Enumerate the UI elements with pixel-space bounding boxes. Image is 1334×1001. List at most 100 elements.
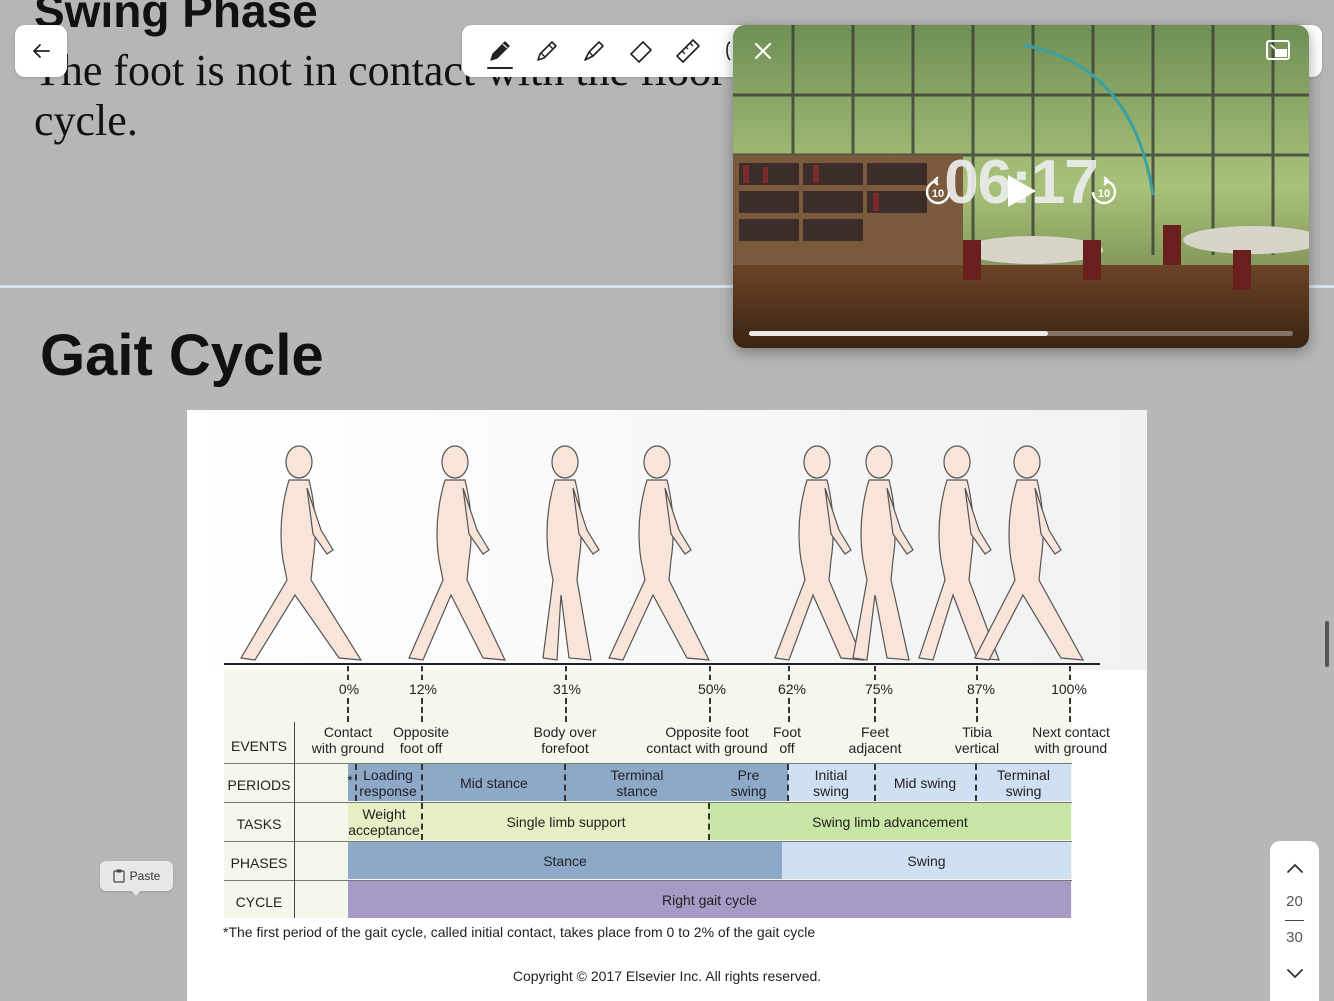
- period-divider: [355, 764, 357, 801]
- tick-mark: [709, 698, 711, 722]
- pct-label: 31%: [552, 681, 582, 697]
- back-button[interactable]: [15, 25, 67, 77]
- picture-in-picture-video[interactable]: 06:17 10 10: [733, 25, 1309, 348]
- play-button[interactable]: [1004, 173, 1038, 214]
- skip-forward-seconds: 10: [1098, 188, 1110, 200]
- period-mid-swing: Mid swing: [893, 775, 957, 791]
- pen-icon: [490, 41, 510, 61]
- tick-mark: [565, 666, 567, 680]
- ruler-tool[interactable]: [672, 35, 704, 67]
- period-pre-swing: Pre swing: [730, 767, 767, 799]
- tick-mark: [421, 698, 423, 722]
- pct-label: 62%: [777, 681, 807, 697]
- event-label: Feet adjacent: [848, 724, 902, 756]
- row-label-tasks: TASKS: [236, 816, 282, 832]
- tick-mark: [788, 666, 790, 680]
- current-page-number: 20: [1286, 893, 1303, 910]
- tick-mark: [709, 666, 711, 680]
- highlighter-tool[interactable]: [578, 35, 610, 67]
- slide-title-swing-phase: Swing Phase: [34, 0, 318, 37]
- phase-swing: Swing: [782, 842, 1071, 879]
- tick-mark: [788, 698, 790, 722]
- previous-page-button[interactable]: [1282, 855, 1307, 880]
- eraser-tool[interactable]: [625, 35, 657, 67]
- skip-forward-button[interactable]: 10: [1087, 175, 1121, 214]
- play-icon: [1008, 175, 1036, 207]
- pct-label: 12%: [408, 681, 438, 697]
- pen-tool[interactable]: [484, 35, 516, 67]
- tick-mark: [421, 666, 423, 680]
- period-loading-response: Loading response: [359, 767, 417, 799]
- event-label: Next contact with ground: [1032, 724, 1110, 756]
- task-swing-limb-advancement: Swing limb advancement: [812, 813, 968, 830]
- close-icon: [754, 42, 772, 60]
- total-pages: 30: [1286, 929, 1303, 946]
- paste-tooltip-tail: [130, 889, 142, 896]
- tick-mark: [874, 666, 876, 680]
- skip-back-button[interactable]: 10: [921, 175, 955, 214]
- task-single-limb-support: Single limb support: [506, 813, 626, 830]
- period-asterisk: *: [347, 772, 353, 788]
- walking-figures-illustration: [187, 410, 1147, 670]
- cycle-right-gait: Right gait cycle: [348, 881, 1071, 918]
- period-divider: [975, 764, 977, 801]
- clipboard-icon: [113, 869, 125, 883]
- page-navigator: 20 30: [1270, 841, 1319, 1001]
- pip-expand-button[interactable]: [1265, 39, 1291, 63]
- period-divider: [787, 764, 789, 801]
- event-label: Tibia vertical: [954, 724, 1000, 756]
- pip-close-button[interactable]: [749, 37, 777, 65]
- task-weight-acceptance: Weight acceptance: [348, 805, 420, 838]
- eraser-icon: [630, 41, 652, 63]
- row-label-phases: PHASES: [230, 855, 288, 871]
- pencil-tool[interactable]: [531, 35, 563, 67]
- pct-label: 0%: [338, 681, 360, 697]
- picture-in-picture-icon: [1266, 40, 1290, 60]
- period-initial-swing: Initial swing: [813, 767, 849, 799]
- chevron-up-icon: [1286, 863, 1303, 873]
- highlighter-icon: [584, 41, 604, 61]
- period-terminal-stance: Terminal stance: [610, 767, 664, 799]
- event-label: Foot off: [772, 724, 802, 756]
- event-label: Opposite foot off: [392, 724, 450, 756]
- video-progress-bar[interactable]: [749, 331, 1293, 336]
- skip-back-10-icon: 10: [925, 176, 951, 205]
- ruler-icon: [676, 39, 700, 63]
- row-label-periods: PERIODS: [227, 777, 291, 793]
- pencil-icon: [537, 41, 557, 61]
- slide-title-gait-cycle: Gait Cycle: [40, 323, 324, 388]
- event-label: Contact with ground: [311, 724, 385, 756]
- tick-mark: [347, 666, 349, 680]
- copyright-notice: Copyright © 2017 Elsevier Inc. All right…: [512, 968, 822, 984]
- slide-body-line-2: cycle.: [34, 96, 138, 145]
- next-page-button[interactable]: [1282, 961, 1307, 986]
- tick-mark: [976, 698, 978, 722]
- arrow-left-icon: [33, 44, 50, 58]
- row-label-cycle: CYCLE: [235, 894, 283, 910]
- skip-back-seconds: 10: [932, 188, 944, 200]
- tick-mark: [1069, 698, 1071, 722]
- tick-mark: [1069, 666, 1071, 680]
- pct-label: 50%: [697, 681, 727, 697]
- task-divider: [421, 803, 423, 840]
- skip-forward-10-icon: 10: [1091, 176, 1117, 205]
- task-divider: [708, 803, 710, 840]
- period-divider: [564, 764, 566, 801]
- paste-button[interactable]: Paste: [100, 861, 173, 891]
- event-label: Body over forefoot: [533, 724, 597, 756]
- pct-label: 100%: [1051, 681, 1087, 697]
- tick-mark: [874, 698, 876, 722]
- period-terminal-swing: Terminal swing: [997, 767, 1050, 799]
- page-number-separator: [1285, 920, 1304, 921]
- pct-label: 87%: [966, 681, 996, 697]
- scrollbar-thumb[interactable]: [1325, 621, 1329, 667]
- selected-tool-indicator: [487, 67, 513, 69]
- tick-mark: [347, 698, 349, 722]
- phase-stance: Stance: [348, 842, 782, 879]
- diagram-footnote: *The first period of the gait cycle, cal…: [223, 924, 816, 940]
- period-mid-stance: Mid stance: [460, 775, 528, 791]
- gait-cycle-diagram: 0% 12% 31% 50% 62% 75% 87% 100% Contact w…: [187, 410, 1147, 1001]
- pct-label: 75%: [864, 681, 894, 697]
- period-divider: [874, 764, 876, 801]
- tick-mark: [565, 698, 567, 722]
